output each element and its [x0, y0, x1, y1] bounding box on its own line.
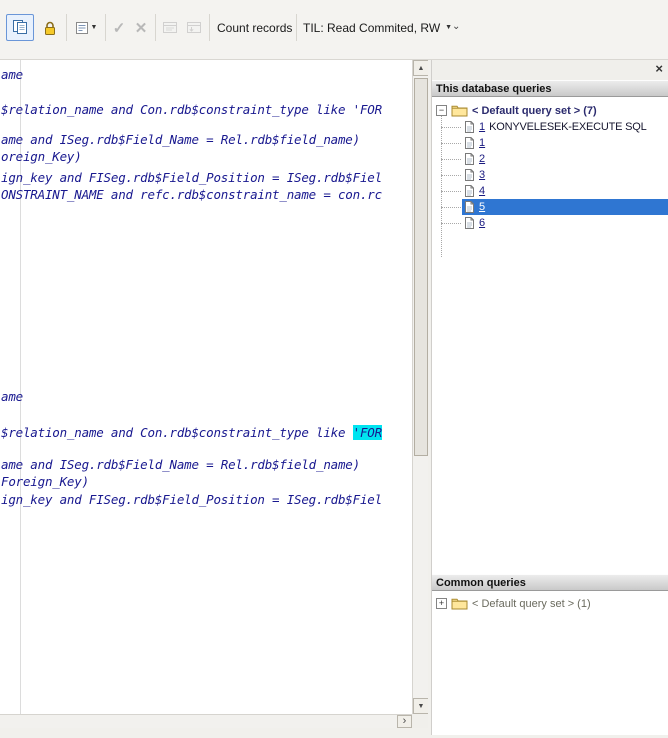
- folder-icon: [451, 597, 468, 610]
- sql-text-line: ame: [1, 67, 23, 82]
- scroll-down-icon[interactable]: ▼: [413, 698, 429, 714]
- query-number: 6: [479, 217, 486, 229]
- scroll-up-icon[interactable]: ▲: [413, 60, 429, 76]
- rollback-cross-button[interactable]: ✕: [130, 14, 152, 41]
- copy-button[interactable]: [6, 14, 34, 41]
- vertical-scroll-thumb[interactable]: [414, 78, 428, 456]
- query-item[interactable]: 1: [441, 135, 668, 151]
- sql-text-line: ONSTRAINT_NAME and refc.rdb$constraint_n…: [1, 187, 382, 202]
- editor-vertical-scrollbar[interactable]: ▲ ▼: [412, 60, 429, 714]
- count-records-button[interactable]: Count records: [213, 14, 296, 41]
- search-match-highlight: 'FOR: [352, 425, 382, 440]
- query-item-selected[interactable]: 5: [441, 199, 668, 215]
- query-item[interactable]: 4: [441, 183, 668, 199]
- default-query-set-node[interactable]: − < Default query set > (7): [436, 103, 597, 118]
- sql-text-line: ign_key and FISeg.rdb$Field_Position = I…: [1, 492, 382, 507]
- query-doc-icon: [464, 216, 475, 230]
- sql-text-line: Foreign_Key): [1, 474, 89, 489]
- sql-text-line: ame: [1, 389, 23, 404]
- grid-icon-button-1[interactable]: [158, 14, 182, 41]
- check-icon: ✓: [112, 19, 126, 37]
- grid-sheet-copy-icon: [186, 20, 202, 35]
- common-query-set-label: < Default query set > (1): [472, 597, 591, 610]
- query-number: 3: [479, 169, 486, 181]
- query-item[interactable]: 3: [441, 167, 668, 183]
- query-doc-icon: [464, 168, 475, 182]
- common-queries-header: Common queries: [432, 574, 668, 591]
- query-doc-icon: [464, 120, 475, 134]
- toolbar-overflow-chevron-icon[interactable]: ⌄: [452, 22, 460, 32]
- query-item[interactable]: 2: [441, 151, 668, 167]
- new-query-dropdown-button[interactable]: ▼: [70, 14, 102, 41]
- queries-panel: × This database queries − < Default quer…: [431, 60, 668, 735]
- query-doc-icon: [464, 152, 475, 166]
- dropdown-arrow-icon: ▼: [90, 24, 98, 31]
- this-database-queries-tree: − < Default query set > (7) 1 KONYVELESE…: [432, 97, 668, 574]
- cross-icon: ✕: [134, 19, 148, 37]
- sql-text-line: $relation_name and Con.rdb$constraint_ty…: [1, 102, 382, 117]
- sql-text-line: oreign_Key): [1, 149, 82, 164]
- query-item[interactable]: 6: [441, 215, 668, 231]
- sql-text-line: ign_key and FISeg.rdb$Field_Position = I…: [1, 170, 382, 185]
- query-number: 1: [479, 121, 486, 133]
- lock-button[interactable]: [37, 14, 63, 41]
- app-window: ▼ ✓ ✕ Count records TIL: Read Commited, …: [0, 0, 668, 738]
- sql-editor[interactable]: ame $relation_name and Con.rdb$constrain…: [0, 60, 412, 714]
- query-doc-icon: [464, 136, 475, 150]
- scrollbar-corner: [412, 714, 428, 728]
- query-number: 4: [479, 185, 486, 197]
- common-default-query-set-node[interactable]: + < Default query set > (1): [436, 596, 591, 611]
- transaction-isolation-dropdown[interactable]: TIL: Read Commited, RW ▼: [303, 14, 452, 41]
- main-toolbar: ▼ ✓ ✕ Count records TIL: Read Commited, …: [0, 0, 668, 60]
- grid-icon-button-2[interactable]: [182, 14, 206, 41]
- copy-pages-icon: [12, 19, 29, 36]
- query-item[interactable]: 1 KONYVELESEK-EXECUTE SQL: [441, 119, 668, 135]
- commit-check-button[interactable]: ✓: [108, 14, 130, 41]
- til-label: TIL: Read Commited, RW: [303, 20, 441, 35]
- query-sheet-icon: [75, 21, 89, 35]
- close-panel-icon[interactable]: ×: [655, 62, 663, 76]
- query-doc-icon: [464, 200, 475, 214]
- panel-caption-strip: ×: [432, 60, 668, 80]
- expand-plus-icon[interactable]: +: [436, 598, 447, 609]
- query-set-label: < Default query set > (7): [472, 104, 597, 117]
- query-number: 1: [479, 137, 486, 149]
- sql-text-line-with-match: $relation_name and Con.rdb$constraint_ty…: [1, 425, 382, 440]
- query-number: 5: [479, 201, 486, 213]
- query-doc-icon: [464, 184, 475, 198]
- collapse-minus-icon[interactable]: −: [436, 105, 447, 116]
- grid-sheet-icon: [162, 20, 178, 35]
- sql-text-line: ame and ISeg.rdb$Field_Name = Rel.rdb$fi…: [1, 457, 360, 472]
- tree-connector-line: [441, 114, 442, 257]
- scroll-right-icon[interactable]: ›: [397, 715, 412, 728]
- folder-icon: [451, 104, 468, 117]
- query-label: KONYVELESEK-EXECUTE SQL: [489, 121, 647, 133]
- lock-icon: [43, 20, 57, 36]
- query-number: 2: [479, 153, 486, 165]
- sql-text-line: ame and ISeg.rdb$Field_Name = Rel.rdb$fi…: [1, 132, 360, 147]
- editor-horizontal-scrollbar[interactable]: ›: [0, 714, 412, 728]
- this-database-queries-header: This database queries: [432, 80, 668, 97]
